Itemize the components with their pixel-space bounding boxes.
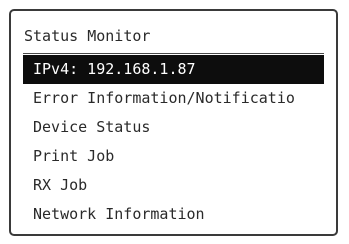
menu-item-error-information[interactable]: Error Information/Notificatio <box>23 84 324 113</box>
screen-title: Status Monitor <box>24 27 151 45</box>
menu-item-print-job[interactable]: Print Job <box>23 142 324 171</box>
menu-item-device-status[interactable]: Device Status <box>23 113 324 142</box>
menu-item-network-information[interactable]: Network Information <box>23 200 324 229</box>
menu-item-rx-job[interactable]: RX Job <box>23 171 324 200</box>
title-divider <box>23 53 324 54</box>
status-monitor-panel: Status Monitor IPv4: 192.168.1.87 Error … <box>9 9 338 236</box>
menu-item-ipv4[interactable]: IPv4: 192.168.1.87 <box>23 55 324 84</box>
status-menu: IPv4: 192.168.1.87 Error Information/Not… <box>23 55 324 229</box>
